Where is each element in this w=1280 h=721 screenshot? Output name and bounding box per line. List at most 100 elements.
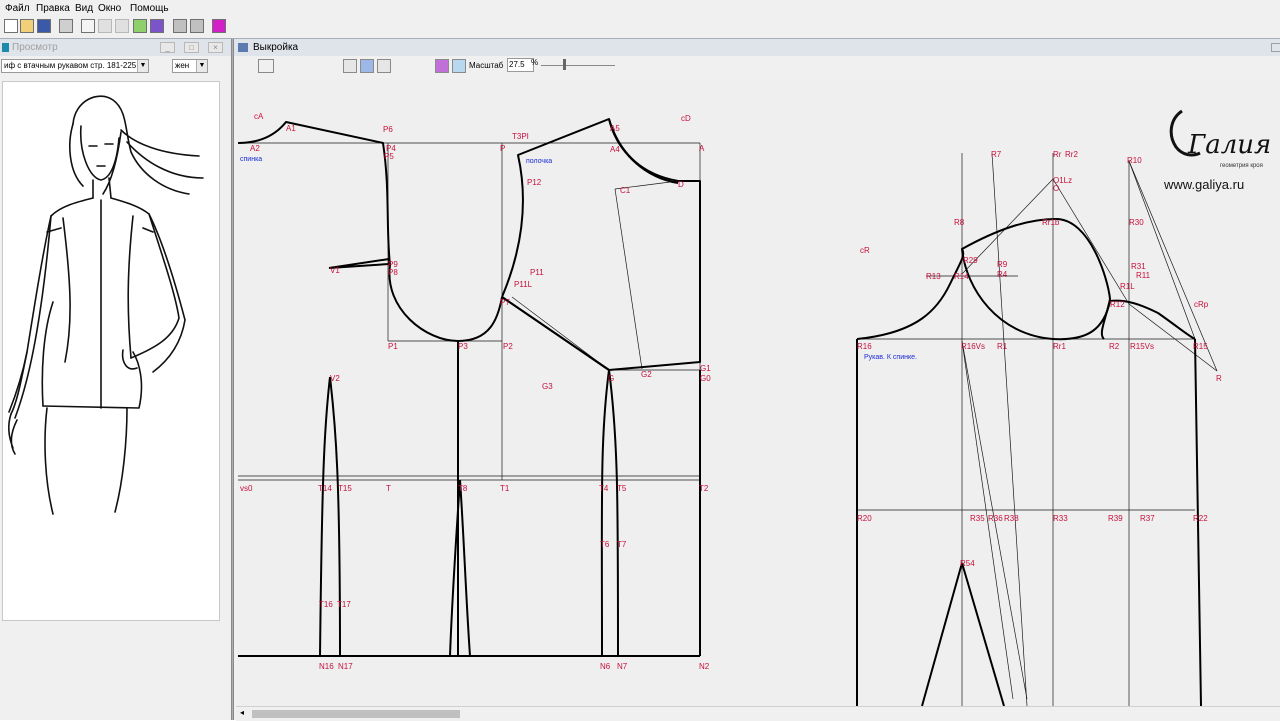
label-R2: R2 (1109, 342, 1120, 351)
label-R31: R31 (1131, 262, 1146, 271)
label-T15: T15 (338, 484, 352, 493)
fit-width-icon[interactable] (258, 59, 274, 73)
label-V2: V2 (330, 374, 340, 383)
print-icon[interactable] (59, 19, 73, 33)
label-G1: G1 (700, 364, 711, 373)
label-T8: T8 (458, 484, 468, 493)
close-button[interactable]: × (208, 42, 223, 53)
sleeve-label: Рукав. К спинке. (864, 354, 917, 361)
label-R16: R16 (857, 342, 872, 351)
model-select[interactable]: иф с втачным рукавом стр. 181-225 ▼ (1, 59, 149, 73)
chevron-down-icon[interactable]: ▼ (137, 60, 148, 72)
layer-icon[interactable] (435, 59, 449, 73)
label-Rr1b: Rr1b (1042, 218, 1060, 227)
hand-icon[interactable] (343, 59, 357, 73)
label-C1: C1 (620, 186, 631, 195)
cursor-icon[interactable] (190, 19, 204, 33)
label-R22: R22 (1193, 514, 1208, 523)
preview-icon[interactable] (81, 19, 95, 33)
zoom-icon[interactable] (173, 19, 187, 33)
label-R36: R36 (988, 514, 1003, 523)
select-icon[interactable] (360, 59, 374, 73)
label-R9: R9 (997, 260, 1008, 269)
construction-lines (238, 142, 1218, 707)
label-T6: T6 (600, 540, 610, 549)
menu-help[interactable]: Помощь (130, 3, 169, 14)
pattern-toolbar: Масштаб 27.5 % (234, 56, 1280, 78)
label-G: G (608, 374, 614, 383)
main-toolbar (0, 17, 1280, 39)
scrollbar-thumb[interactable] (252, 710, 460, 718)
scale-unit: % (531, 58, 539, 67)
label-A2: A2 (250, 144, 260, 153)
window-icon (2, 43, 9, 52)
gender-select[interactable]: жен ▼ (172, 59, 208, 73)
garment-preview (2, 81, 220, 621)
menu-bar: Файл Правка Вид Окно Помощь (0, 0, 1280, 17)
pattern-window: Выкройка Масштаб 27.5 % cA A2 A1 P6 P4 P… (233, 39, 1280, 721)
label-R15Vs: R15Vs (1130, 342, 1154, 351)
label-R13: R13 (926, 272, 941, 281)
label-A1: A1 (286, 124, 296, 133)
label-T14: T14 (318, 484, 332, 493)
layout-icon[interactable] (212, 19, 226, 33)
horizontal-scrollbar[interactable]: ◂ (236, 706, 1280, 721)
label-P: P (500, 144, 505, 153)
menu-file[interactable]: Файл (5, 3, 30, 14)
maximize-button[interactable] (1271, 43, 1280, 52)
label-G0: G0 (700, 374, 711, 383)
label-G2: G2 (641, 370, 652, 379)
paste-icon[interactable] (115, 19, 129, 33)
scale-slider-thumb[interactable] (563, 59, 566, 70)
galiya-logo: Галия геометрия кроя www.galiya.ru (1163, 109, 1271, 192)
label-T3PI: T3PI (512, 132, 529, 141)
minimize-button[interactable]: _ (160, 42, 175, 53)
open-icon[interactable] (20, 19, 34, 33)
logo-url[interactable]: www.galiya.ru (1163, 177, 1244, 192)
label-R16Vs: R16Vs (961, 342, 985, 351)
copy-icon[interactable] (98, 19, 112, 33)
label-R11: R11 (1136, 271, 1151, 280)
table-icon[interactable] (452, 59, 466, 73)
label-T7: T7 (617, 540, 627, 549)
maximize-button[interactable]: □ (184, 42, 199, 53)
label-cD: cD (681, 114, 691, 123)
pattern-outlines (237, 118, 1202, 707)
label-T1: T1 (500, 484, 510, 493)
scale-slider-track[interactable] (541, 65, 615, 66)
grid-icon[interactable] (133, 19, 147, 33)
back-label: спинка (240, 156, 262, 163)
label-N6: N6 (600, 662, 611, 671)
label-cRp: cRp (1194, 300, 1209, 309)
scroll-left-icon[interactable]: ◂ (240, 708, 244, 717)
label-R4: R4 (997, 270, 1008, 279)
label-R: R (1216, 374, 1222, 383)
scale-input[interactable]: 27.5 (507, 58, 534, 72)
label-A4: A4 (610, 145, 620, 154)
front-label: полочка (526, 158, 552, 165)
color-icon[interactable] (150, 19, 164, 33)
label-R8: R8 (954, 218, 965, 227)
save-icon[interactable] (37, 19, 51, 33)
label-T17: T17 (337, 600, 351, 609)
pattern-title: Выкройка (253, 42, 299, 53)
menu-edit[interactable]: Правка (36, 3, 70, 14)
menu-view[interactable]: Вид (75, 3, 93, 14)
new-icon[interactable] (4, 19, 18, 33)
label-P3: P3 (458, 342, 468, 351)
gender-select-value: жен (175, 61, 190, 70)
logo-subtitle: геометрия кроя (1220, 163, 1263, 169)
pattern-canvas[interactable]: cA A2 A1 P6 P4 P5 T3PI cD A A4 A5 C1 D P… (237, 79, 1280, 707)
window-icon (238, 43, 248, 52)
label-R12: R12 (1110, 300, 1125, 309)
chevron-down-icon[interactable]: ▼ (196, 60, 207, 72)
label-T5: T5 (617, 484, 627, 493)
preview-title-bar[interactable]: Просмотр _ □ × (0, 39, 231, 56)
pointer-icon[interactable] (377, 59, 391, 73)
label-P2: P2 (503, 342, 513, 351)
menu-window[interactable]: Окно (98, 3, 121, 14)
pattern-title-bar[interactable]: Выкройка (234, 39, 1280, 56)
label-Rr: Rr (1053, 150, 1062, 159)
label-R10: R10 (1127, 156, 1142, 165)
label-P1: P1 (388, 342, 398, 351)
